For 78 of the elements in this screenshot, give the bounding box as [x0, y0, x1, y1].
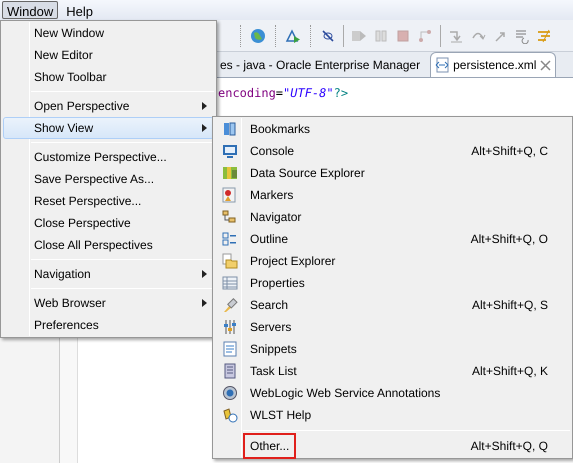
menu-item-label: Snippets	[250, 341, 297, 358]
menu-item-label: Outline	[250, 231, 288, 248]
menu-item[interactable]: Save Perspective As...	[3, 168, 214, 190]
disconnect-icon	[320, 28, 336, 44]
menu-item[interactable]: Properties	[215, 272, 570, 294]
menu-item[interactable]: Open Perspective	[3, 95, 214, 117]
map-icon	[222, 165, 238, 181]
close-icon[interactable]	[540, 60, 552, 70]
menu-item[interactable]: Close All Perspectives	[3, 234, 214, 256]
menu-item[interactable]: Servers	[215, 316, 570, 338]
monitor-icon	[222, 143, 238, 159]
menu-item[interactable]: Bookmarks	[215, 118, 570, 140]
menu-item[interactable]: New Window	[3, 22, 214, 44]
menu-item-label: Data Source Explorer	[250, 165, 365, 182]
menu-item[interactable]: Preferences	[3, 314, 214, 336]
menu-bar-item[interactable]: Help	[60, 1, 99, 19]
book-icon	[222, 121, 238, 137]
menu-item[interactable]: New Editor	[3, 44, 214, 66]
menu-item[interactable]: Customize Perspective...	[3, 146, 214, 168]
menu-item-label: Console	[250, 143, 294, 160]
menu-item[interactable]: Web Browser	[3, 292, 214, 314]
shortcut-label: Alt+Shift+Q, C	[471, 143, 548, 160]
folder-icon	[222, 253, 238, 269]
menu-item-label: Properties	[250, 275, 305, 292]
run-icon	[285, 28, 301, 44]
menu-item[interactable]: Close Perspective	[3, 212, 214, 234]
table-icon	[222, 275, 238, 291]
xml-file-icon	[435, 57, 450, 73]
shortcut-label: Alt+Shift+Q, K	[472, 363, 548, 380]
code-token: "UTF-8"	[283, 85, 334, 102]
menu-item[interactable]: WebLogic Web Service Annotations	[215, 382, 570, 404]
pause-icon	[373, 28, 389, 44]
menu-item[interactable]: Reset Perspective...	[3, 190, 214, 212]
menu-item[interactable]: Navigation	[3, 263, 214, 285]
tree-icon	[222, 209, 238, 225]
shortcut-label: Alt+Shift+Q, O	[470, 231, 548, 248]
code-token: =	[276, 85, 284, 102]
menu-item[interactable]: Console Alt+Shift+Q, C	[215, 140, 570, 162]
marker-icon	[222, 187, 238, 203]
menu-item[interactable]: Data Source Explorer	[215, 162, 570, 184]
menu-item-label: Search	[250, 297, 288, 314]
menu-item[interactable]: Outline Alt+Shift+Q, O	[215, 228, 570, 250]
drop-frame-icon	[514, 28, 530, 44]
menu-item[interactable]: Navigator	[215, 206, 570, 228]
editor-tab[interactable]: persistence.xml	[430, 52, 556, 77]
menu-item[interactable]: Task List Alt+Shift+Q, K	[215, 360, 570, 382]
outline-icon	[222, 231, 238, 247]
brush-icon	[222, 297, 238, 313]
menu-item-label: Bookmarks	[250, 121, 310, 138]
globe-icon	[250, 28, 266, 44]
document-icon	[222, 363, 238, 379]
code-token: ?>	[334, 85, 348, 102]
tab-label: persistence.xml	[453, 57, 536, 74]
menu-item-label: Other...	[243, 433, 296, 459]
menu-item[interactable]: Show View	[3, 117, 214, 139]
shortcut-label: Alt+Shift+Q, S	[472, 297, 548, 314]
menu-item[interactable]: Snippets	[215, 338, 570, 360]
menu-item-label: Servers	[250, 319, 292, 336]
menu-item[interactable]: Show Toolbar	[3, 66, 214, 88]
menu-item-label: Navigator	[250, 209, 302, 226]
snippet-icon	[222, 341, 238, 357]
shortcut-label: Alt+Shift+Q, Q	[470, 438, 548, 455]
menu-item-label: WebLogic Web Service Annotations	[250, 385, 440, 402]
menu-item-label: Markers	[250, 187, 294, 204]
menu-item[interactable]: WLST Help	[215, 404, 570, 426]
menu-item-label: Project Explorer	[250, 253, 336, 270]
step-filter-icon	[536, 28, 552, 44]
menu-item-label: WLST Help	[250, 407, 312, 424]
menu-item[interactable]: Project Explorer	[215, 250, 570, 272]
menu-item[interactable]: Search Alt+Shift+Q, S	[215, 294, 570, 316]
menu-bar-item[interactable]: Window	[2, 1, 58, 19]
menu-item-label: Task List	[250, 363, 297, 380]
menu-item[interactable]: Markers	[215, 184, 570, 206]
sliders-icon	[222, 319, 238, 335]
stop-icon	[395, 28, 411, 44]
disconnect-nodes-icon	[417, 28, 433, 44]
menu-item[interactable]: Other... Alt+Shift+Q, Q	[215, 435, 570, 457]
code-token: encoding	[218, 85, 276, 102]
